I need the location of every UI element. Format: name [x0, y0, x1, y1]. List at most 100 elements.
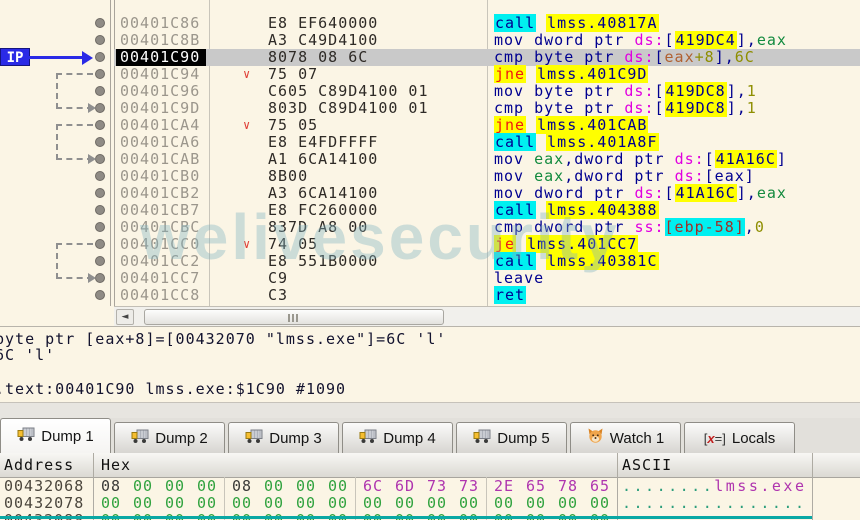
- tab-watch-1[interactable]: Watch 1: [570, 422, 681, 453]
- breakpoint-dot[interactable]: [95, 52, 105, 62]
- dump-row[interactable]: 00432068 08 00 00 00 08 00 00 00 6C 6D 73 73 2E 65 78 65…: [0, 478, 860, 495]
- dump-icon-holder: [473, 429, 491, 448]
- instruction-text: ret: [494, 286, 527, 304]
- disassembly-row[interactable]: 00401CC8 C3 ret: [0, 286, 860, 304]
- breakpoint-dot[interactable]: [95, 239, 105, 249]
- instruction-text: cmp byte ptr ds:[419DC8],1: [494, 99, 757, 117]
- instruction-address: 00401C86: [120, 14, 201, 32]
- disassembly-row[interactable]: 00401C8B A3 C49D4100 mov dword ptr ds:[419…: [0, 31, 860, 49]
- instruction-text: call lmss.404388: [494, 201, 659, 219]
- instruction-bytes: E8 E4FDFFFF: [268, 133, 379, 151]
- instruction-text: cmp byte ptr ds:[eax+8],6C: [494, 48, 755, 66]
- breakpoint-dot[interactable]: [95, 188, 105, 198]
- instruction-address: 00401CC0: [120, 235, 201, 253]
- tab-label: Dump 5: [497, 429, 550, 447]
- disassembly-row[interactable]: 00401CC2 E8 551B0000 call lmss.40381C: [0, 252, 860, 270]
- disassembly-row[interactable]: 00401CB7 E8 FC260000 call lmss.404388: [0, 201, 860, 219]
- instruction-text: mov dword ptr ds:[419DC4],eax: [494, 31, 787, 49]
- instruction-address: 00401C90: [116, 49, 206, 66]
- disassembly-row[interactable]: 00401CBC 837D A8 00 cmp dword ptr ss:[ebp-…: [0, 218, 860, 236]
- status-line: .text:00401C90 lmss.exe:$1C90 #1090: [0, 380, 347, 398]
- hex-group: 2E 65 78 65: [494, 477, 611, 495]
- dump-selection-line: [0, 516, 812, 519]
- dump-icon: [131, 429, 149, 443]
- instruction-text: leave: [494, 269, 545, 287]
- disassembly-row[interactable]: 00401C90 8078 08 6C cmp byte ptr ds:[eax+8…: [0, 49, 860, 66]
- instruction-text: je lmss.401CC7: [494, 235, 639, 253]
- instruction-text: call lmss.401A8F: [494, 133, 659, 151]
- instruction-address: 00401CB0: [120, 167, 201, 185]
- tab-label: Watch 1: [609, 429, 665, 447]
- tab-dump-4[interactable]: Dump 4: [342, 422, 453, 453]
- instruction-text: mov dword ptr ds:[41A16C],eax: [494, 184, 787, 202]
- breakpoint-dot[interactable]: [95, 18, 105, 28]
- disassembly-row[interactable]: 00401C96 C605 C89D4100 01 mov byte ptr ds:…: [0, 82, 860, 100]
- horizontal-scrollbar[interactable]: ◄: [114, 306, 860, 327]
- instruction-bytes: 74 05: [268, 235, 319, 253]
- instruction-address: 00401C96: [120, 82, 201, 100]
- instruction-bytes: 75 07: [268, 65, 319, 83]
- instruction-bytes: 837D A8 00: [268, 218, 369, 236]
- tab-locals[interactable]: [x=] Locals: [684, 422, 795, 453]
- disassembly-row[interactable]: 00401CB0 8B00 mov eax,dword ptr ds:[eax]: [0, 168, 860, 185]
- instruction-bytes: 8B00: [268, 167, 309, 185]
- tab-label: Dump 2: [155, 429, 208, 447]
- scrollbar-thumb[interactable]: [144, 309, 444, 325]
- locals-icon: [x=]: [703, 430, 726, 446]
- tab-dump-2[interactable]: Dump 2: [114, 422, 225, 453]
- instruction-address: 00401CA4: [120, 116, 201, 134]
- breakpoint-dot[interactable]: [95, 290, 105, 300]
- disassembly-row[interactable]: 00401CA4 ∨ 75 05 jne lmss.401CAB: [0, 116, 860, 134]
- dump-icon: [359, 429, 377, 443]
- disassembly-row[interactable]: 00401CAB A1 6CA14100 mov eax,dword ptr ds:…: [0, 150, 860, 168]
- tab-dump-5[interactable]: Dump 5: [456, 422, 567, 453]
- jump-direction-icon: ∨: [243, 67, 252, 81]
- scroll-left-arrow-icon[interactable]: ◄: [116, 309, 134, 325]
- tab-dump-1[interactable]: Dump 1: [0, 418, 111, 453]
- disassembly-row[interactable]: 00401C94 ∨ 75 07 jne lmss.401C9D: [0, 65, 860, 83]
- instruction-address: 00401CAB: [120, 150, 201, 168]
- breakpoint-dot[interactable]: [95, 273, 105, 283]
- tab-label: Dump 4: [383, 429, 436, 447]
- instruction-bytes: A1 6CA14100: [268, 150, 379, 168]
- dump-icon-holder: [245, 429, 263, 448]
- instruction-text: cmp dword ptr ss:[ebp-58],0: [494, 218, 765, 236]
- instruction-address: 00401CB2: [120, 184, 201, 202]
- dump-table-header: Address Hex ASCII: [0, 453, 860, 478]
- hex-group: 6C 6D 73 73: [363, 477, 480, 495]
- disassembly-row[interactable]: 00401C86 E8 EF640000 call lmss.40817A: [0, 14, 860, 32]
- dump-row[interactable]: 00432078 00 00 00 00 00 00 00 00 00 00 00 00 00 00 00 00…: [0, 495, 860, 512]
- breakpoint-dot[interactable]: [95, 86, 105, 96]
- disassembly-row[interactable]: 00401CB2 A3 6CA14100 mov dword ptr ds:[41A…: [0, 184, 860, 202]
- breakpoint-dot[interactable]: [95, 154, 105, 164]
- column-header-address: Address: [4, 456, 75, 474]
- breakpoint-dot[interactable]: [95, 69, 105, 79]
- instruction-bytes: E8 FC260000: [268, 201, 379, 219]
- column-header-ascii: ASCII: [622, 456, 673, 474]
- breakpoint-dot[interactable]: [95, 256, 105, 266]
- breakpoint-dot[interactable]: [95, 35, 105, 45]
- debugger-window: 00401C86 E8 EF640000 call lmss.40817A 00401…: [0, 0, 860, 520]
- hex-group: 00000000: [494, 494, 611, 512]
- breakpoint-dot[interactable]: [95, 120, 105, 130]
- tab-dump-3[interactable]: Dump 3: [228, 422, 339, 453]
- instruction-address: 00401CBC: [120, 218, 201, 236]
- breakpoint-dot[interactable]: [95, 137, 105, 147]
- instruction-bytes: E8 551B0000: [268, 252, 379, 270]
- panel-splitter[interactable]: [0, 402, 860, 419]
- disassembly-row[interactable]: 00401CA6 E8 E4FDFFFF call lmss.401A8F: [0, 133, 860, 151]
- tab-label: Dump 1: [41, 427, 94, 445]
- breakpoint-dot[interactable]: [95, 222, 105, 232]
- breakpoint-dot[interactable]: [95, 171, 105, 181]
- dump-panel: Address Hex ASCII 00432068 08 00 00 00 08 00 00…: [0, 453, 860, 520]
- dump-icon: [473, 429, 491, 443]
- dump-icon: [17, 427, 35, 441]
- disassembly-row[interactable]: 00401C9D 803D C89D4100 01 cmp byte ptr ds:…: [0, 99, 860, 117]
- disassembly-row[interactable]: 00401CC7 C9 leave: [0, 270, 860, 287]
- instruction-bytes: C9: [268, 269, 289, 287]
- breakpoint-dot[interactable]: [95, 205, 105, 215]
- disassembly-row[interactable]: 00401CC0 ∨ 74 05 je lmss.401CC7: [0, 235, 860, 253]
- jump-arrowhead-icon: [88, 273, 96, 283]
- breakpoint-dot[interactable]: [95, 103, 105, 113]
- scrollbar-grip-icon: [288, 314, 300, 322]
